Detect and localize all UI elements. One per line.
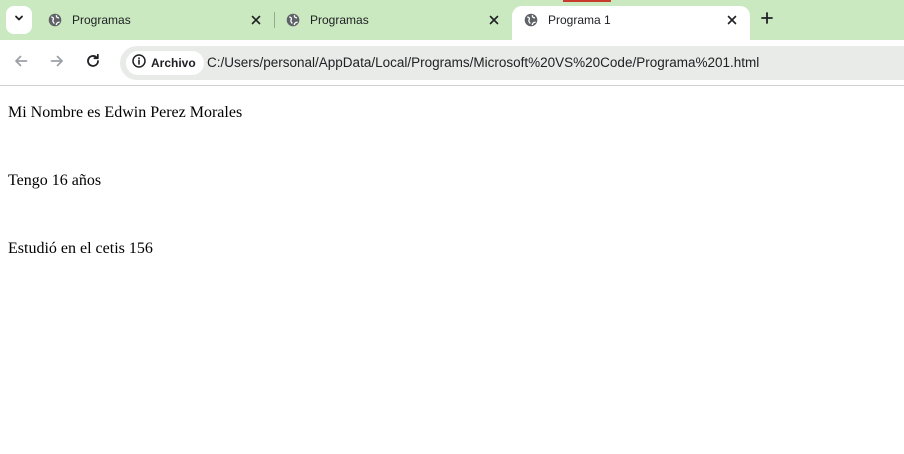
site-chip-label: Archivo [151, 56, 196, 70]
globe-icon [286, 13, 300, 27]
globe-icon [48, 13, 62, 27]
globe-icon [524, 13, 538, 27]
browser-toolbar: Archivo C:/Users/personal/AppData/Local/… [0, 40, 904, 86]
address-bar[interactable]: Archivo C:/Users/personal/AppData/Local/… [120, 46, 904, 80]
close-icon[interactable] [248, 12, 264, 28]
tab-title: Programas [72, 13, 131, 27]
forward-button[interactable] [46, 52, 68, 74]
paragraph-school: Estudió en el cetis 156 [8, 240, 153, 257]
tab-programa-1-active[interactable]: Programa 1 [512, 6, 750, 40]
info-icon [132, 53, 146, 73]
reload-icon [85, 53, 101, 74]
url-text[interactable]: C:/Users/personal/AppData/Local/Programs… [207, 55, 759, 70]
tab-search-button[interactable] [6, 6, 32, 34]
reload-button[interactable] [82, 52, 104, 74]
paragraph-age: Tengo 16 años [8, 172, 102, 189]
tab-programas-1[interactable]: Programas [36, 0, 274, 40]
tab-programas-2[interactable]: Programas [274, 0, 512, 40]
tab-title: Programas [310, 13, 369, 27]
page-content: Mi Nombre es Edwin Perez Morales Tengo 1… [0, 87, 904, 454]
chevron-down-icon [13, 11, 25, 29]
close-icon[interactable] [486, 12, 502, 28]
paragraph-name: Mi Nombre es Edwin Perez Morales [8, 104, 243, 121]
arrow-right-icon [49, 53, 65, 74]
tab-title: Programa 1 [548, 13, 611, 27]
tab-strip: Programas Programas Programa 1 [0, 0, 904, 40]
site-info-chip[interactable]: Archivo [126, 51, 204, 75]
plus-icon [761, 11, 773, 29]
back-button[interactable] [10, 52, 32, 74]
tab-strip-accent [563, 0, 611, 2]
close-icon[interactable] [724, 12, 740, 28]
arrow-left-icon [13, 53, 29, 74]
new-tab-button[interactable] [756, 10, 778, 30]
